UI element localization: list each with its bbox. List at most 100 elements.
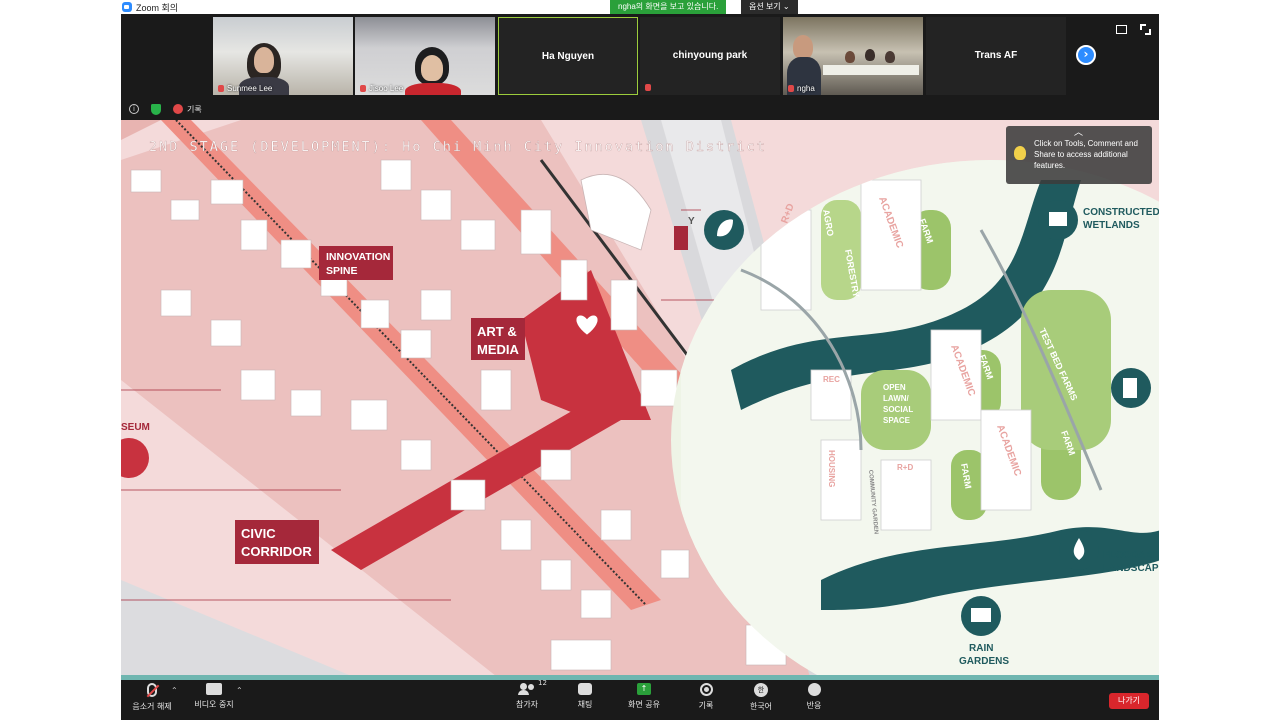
zoom-window: Zoom 회의 ngha의 화면을 보고 있습니다. 옵션 보기 ⌄ Sunme… bbox=[0, 0, 1280, 720]
participant-video bbox=[865, 49, 875, 61]
participants-label: 참가자 bbox=[515, 700, 539, 709]
participant-tile-ngha[interactable]: ngha bbox=[783, 17, 923, 95]
meeting-toolbar: 음소거 해제 ⌃ 비디오 중지 ⌃ 12 참가자 채팅 ↑ 화면 공유 기록 한… bbox=[121, 679, 1159, 720]
muted-mic-icon bbox=[146, 683, 160, 698]
share-screen-button[interactable]: ↑ 화면 공유 bbox=[621, 683, 667, 710]
building bbox=[400, 439, 432, 471]
label-line: INNOVATION bbox=[326, 251, 390, 263]
floodable-label: FLOODABLE bbox=[1103, 550, 1159, 561]
participants-button[interactable]: 12 참가자 bbox=[507, 679, 547, 710]
rd-label: R+D bbox=[897, 463, 913, 472]
next-page-button[interactable]: › bbox=[1076, 45, 1096, 65]
viewing-screen-banner: ngha의 화면을 보고 있습니다. bbox=[610, 0, 727, 14]
encryption-shield-icon[interactable] bbox=[151, 104, 161, 115]
building bbox=[380, 159, 412, 191]
participant-caption: Jisoo Lee bbox=[360, 84, 403, 93]
participant-name: Trans AF bbox=[974, 50, 1018, 61]
participant-video bbox=[885, 51, 895, 63]
record-label: 기록 bbox=[698, 701, 714, 710]
building bbox=[420, 189, 452, 221]
gallery-strip: Sunmee Lee Jisoo Lee Ha Nguyen chinyoung… bbox=[121, 14, 1159, 98]
meeting-area: Sunmee Lee Jisoo Lee Ha Nguyen chinyoung… bbox=[121, 14, 1159, 720]
participant-name: Ha Nguyen bbox=[541, 51, 595, 62]
stop-video-label: 비디오 중지 bbox=[194, 700, 234, 709]
label-line: CIVIC bbox=[241, 526, 276, 541]
reactions-button[interactable]: 반응 bbox=[796, 683, 832, 711]
muted-mic-icon bbox=[645, 84, 651, 91]
participant-name: chinyoung park bbox=[672, 50, 748, 61]
participant-face bbox=[421, 55, 443, 81]
audio-options-chevron[interactable]: ⌃ bbox=[171, 686, 178, 695]
building bbox=[540, 449, 572, 481]
smiley-icon bbox=[807, 683, 821, 696]
building bbox=[660, 549, 690, 579]
participants-count: 12 bbox=[538, 679, 547, 687]
building bbox=[560, 259, 588, 301]
building bbox=[280, 239, 312, 269]
building bbox=[210, 179, 244, 205]
participant-tile-trans-af[interactable]: Trans AF bbox=[926, 17, 1066, 95]
chevron-up-icon[interactable]: ︿ bbox=[1074, 127, 1083, 138]
chat-button[interactable]: 채팅 bbox=[565, 683, 605, 710]
label-line: SPINE bbox=[326, 265, 358, 277]
stop-video-button[interactable]: 비디오 중지 bbox=[191, 683, 237, 710]
label-line: MEDIA bbox=[477, 342, 520, 357]
tooltip-text: Click on Tools, Comment and Share to acc… bbox=[1034, 139, 1138, 170]
art-media-label: ART & MEDIA bbox=[471, 318, 525, 360]
building bbox=[450, 479, 486, 511]
building bbox=[240, 369, 276, 401]
building bbox=[640, 369, 678, 407]
rain-label: RAIN bbox=[969, 643, 993, 654]
participant-video bbox=[845, 51, 855, 63]
floodable-label: LANDSCAPE bbox=[1103, 563, 1159, 574]
video-options-chevron[interactable]: ⌃ bbox=[236, 686, 243, 695]
info-icon[interactable]: i bbox=[129, 104, 139, 114]
housing-label: HOUSING bbox=[827, 450, 836, 487]
label-line: CORRIDOR bbox=[241, 544, 312, 559]
building bbox=[420, 289, 452, 321]
participant-caption: ngha bbox=[788, 84, 815, 93]
share-screen-label: 화면 공유 bbox=[628, 700, 660, 709]
shared-screen: 2ND STAGE (DEVELOPMENT): Ho Chi Minh Cit… bbox=[121, 120, 1159, 680]
participant-tile-sunmee-lee[interactable]: Sunmee Lee bbox=[213, 17, 353, 95]
participant-tile-jisoo-lee[interactable]: Jisoo Lee bbox=[355, 17, 495, 95]
view-options-button[interactable]: 옵션 보기 ⌄ bbox=[741, 0, 798, 14]
zoom-app-icon bbox=[122, 2, 132, 12]
language-button[interactable]: 한 한국어 bbox=[741, 683, 781, 712]
participant-body bbox=[405, 83, 461, 95]
participant-name: Jisoo Lee bbox=[369, 84, 404, 93]
participant-tile-ha-nguyen[interactable]: Ha Nguyen bbox=[498, 17, 638, 95]
leaf-marker bbox=[704, 210, 744, 250]
open-lawn-label: SOCIAL bbox=[883, 405, 913, 414]
chat-label: 채팅 bbox=[577, 700, 593, 709]
record-button[interactable]: 기록 bbox=[686, 683, 726, 711]
language-globe-icon: 한 bbox=[754, 683, 768, 697]
building bbox=[610, 279, 638, 331]
building-marker bbox=[1111, 368, 1151, 408]
innovation-spine-label: INNOVATION SPINE bbox=[319, 246, 393, 280]
participant-tile-chinyoung-park[interactable]: chinyoung park bbox=[640, 17, 780, 95]
leave-button[interactable]: 나가기 bbox=[1109, 693, 1149, 709]
recording-label: 기록 bbox=[187, 105, 202, 114]
record-icon bbox=[699, 683, 713, 696]
wetlands-label: WETLANDS bbox=[1083, 220, 1140, 231]
participant-face bbox=[793, 35, 813, 59]
building bbox=[480, 369, 512, 411]
open-lawn-label: SPACE bbox=[883, 416, 911, 425]
view-mode-icon[interactable] bbox=[1116, 25, 1127, 34]
recording-icon[interactable] bbox=[173, 104, 183, 114]
annotation-tooltip[interactable]: ︿ Click on Tools, Comment and Share to a… bbox=[1006, 126, 1152, 184]
muted-mic-icon bbox=[218, 85, 224, 92]
fullscreen-icon[interactable] bbox=[1140, 24, 1151, 35]
reactions-label: 반응 bbox=[806, 701, 822, 710]
lightbulb-icon bbox=[1014, 146, 1026, 160]
rain-glyph bbox=[971, 608, 991, 622]
rec-label: REC bbox=[823, 375, 840, 384]
building bbox=[210, 319, 242, 347]
muted-mic-icon bbox=[360, 85, 366, 92]
museum-label: SEUM bbox=[121, 422, 150, 433]
building bbox=[290, 389, 322, 417]
participant-face bbox=[254, 47, 274, 73]
meeting-table bbox=[823, 65, 919, 75]
unmute-button[interactable]: 음소거 해제 bbox=[129, 683, 175, 712]
